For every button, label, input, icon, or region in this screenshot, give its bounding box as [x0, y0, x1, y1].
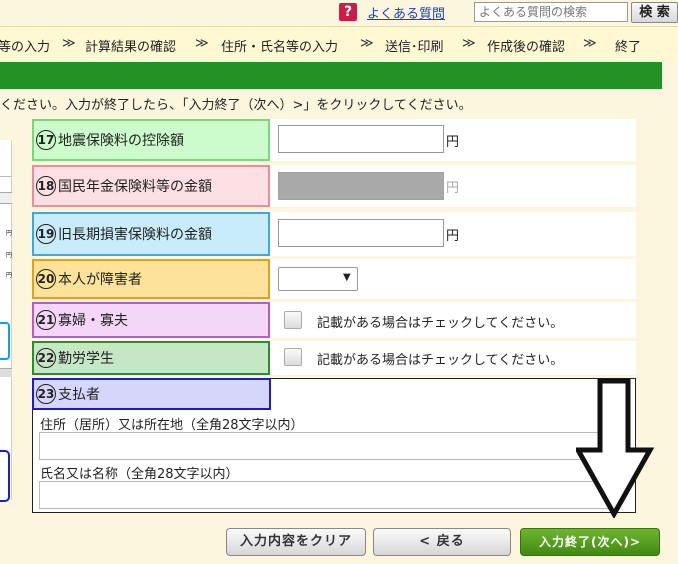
down-arrow-icon	[576, 378, 655, 518]
payer-name-input[interactable]	[39, 481, 619, 509]
back-button[interactable]: < 戻る	[373, 528, 511, 556]
chevron-down-icon: ▼	[343, 272, 351, 283]
step-separator: ≫	[583, 36, 597, 51]
number-badge: 17	[36, 130, 56, 150]
left-box	[0, 322, 10, 360]
row-national-pension: 18 国民年金保険料等の金額 円	[32, 165, 636, 207]
earthquake-insurance-input[interactable]	[278, 125, 444, 153]
field-label: 20 本人が障害者	[32, 259, 270, 299]
finish-next-button[interactable]: 入力終了(次へ)>	[520, 528, 660, 556]
faq-search-input[interactable]	[474, 2, 628, 22]
help-icon[interactable]: ?	[339, 3, 357, 21]
field-label: 19 旧長期損害保険料の金額	[32, 212, 270, 256]
label-text: 本人が障害者	[58, 272, 142, 288]
left-unit-mark: 円	[5, 230, 12, 237]
divider	[0, 176, 12, 177]
step-separator: ≫	[62, 36, 76, 51]
row-old-long-term-insurance: 19 旧長期損害保険料の金額 円	[32, 212, 636, 256]
instruction-text: ください。入力が終了したら、「入力終了（次へ）>」をクリックしてください。	[0, 98, 472, 113]
checkbox-label: 記載がある場合はチェックしてください。	[317, 316, 564, 331]
step-navigation: 等の入力 ≫ 計算結果の確認 ≫ 住所・氏名等の入力 ≫ 送信･印刷 ≫ 作成後…	[0, 26, 678, 62]
left-panel-edge: 円 円 円	[0, 140, 12, 502]
row-payer: 23 支払者 住所（居所）又は所在地（全角28文字以内） 氏名又は名称（全角28…	[32, 378, 636, 513]
step-calc-check: 計算結果の確認	[85, 40, 177, 55]
number-badge: 18	[36, 176, 56, 196]
clear-input-button[interactable]: 入力内容をクリア	[226, 528, 366, 556]
number-badge: 22	[36, 348, 56, 368]
label-text: 旧長期損害保険料の金額	[58, 227, 212, 243]
national-pension-input-disabled	[278, 172, 444, 200]
left-unit-mark: 円	[5, 272, 12, 279]
step-input: 等の入力	[0, 40, 51, 55]
field-label: 18 国民年金保険料等の金額	[32, 165, 270, 207]
divider	[0, 368, 12, 377]
yen-unit: 円	[446, 135, 460, 150]
step-finish: 終了	[615, 40, 642, 55]
label-text: 地震保険料の控除額	[58, 133, 184, 149]
yen-unit: 円	[446, 181, 460, 196]
step-post-check: 作成後の確認	[487, 40, 566, 55]
step-send-print: 送信･印刷	[385, 40, 444, 55]
working-student-checkbox[interactable]	[284, 348, 302, 366]
number-badge: 21	[36, 310, 56, 330]
widow-checkbox[interactable]	[284, 311, 302, 329]
row-widow: 21 寡婦・寡夫 記載がある場合はチェックしてください。	[32, 302, 636, 338]
field-label: 22 勤労学生	[32, 341, 270, 375]
step-separator: ≫	[462, 36, 476, 51]
row-earthquake-insurance: 17 地震保険料の控除額 円	[32, 119, 636, 161]
field-label: 21 寡婦・寡夫	[32, 302, 270, 338]
label-text: 支払者	[58, 387, 100, 403]
disabled-person-select[interactable]: ▼	[278, 267, 358, 291]
left-box	[0, 450, 10, 502]
header-band	[0, 62, 662, 89]
payer-address-input[interactable]	[39, 432, 619, 460]
divider	[0, 192, 12, 204]
label-text: 国民年金保険料等の金額	[58, 179, 212, 195]
row-disabled-person: 20 本人が障害者 ▼	[32, 259, 636, 299]
faq-link[interactable]: よくある質問	[367, 3, 445, 22]
name-label: 氏名又は名称（全角28文字以内）	[40, 467, 239, 482]
search-button[interactable]: 検 索	[631, 2, 678, 23]
number-badge: 23	[36, 384, 56, 404]
address-label: 住所（居所）又は所在地（全角28文字以内）	[40, 418, 304, 433]
label-text: 寡婦・寡夫	[58, 313, 128, 329]
field-label: 17 地震保険料の控除額	[32, 119, 270, 161]
row-working-student: 22 勤労学生 記載がある場合はチェックしてください。	[32, 341, 636, 375]
left-unit-mark: 円	[5, 252, 12, 259]
field-label: 23 支払者	[32, 378, 271, 410]
old-long-term-insurance-input[interactable]	[278, 219, 444, 247]
step-separator: ≫	[360, 36, 374, 51]
yen-unit: 円	[446, 229, 460, 244]
step-address-name: 住所・氏名等の入力	[221, 40, 339, 55]
number-badge: 20	[36, 269, 56, 289]
label-text: 勤労学生	[58, 351, 114, 367]
number-badge: 19	[36, 224, 56, 244]
step-separator: ≫	[195, 36, 209, 51]
checkbox-label: 記載がある場合はチェックしてください。	[317, 353, 564, 368]
